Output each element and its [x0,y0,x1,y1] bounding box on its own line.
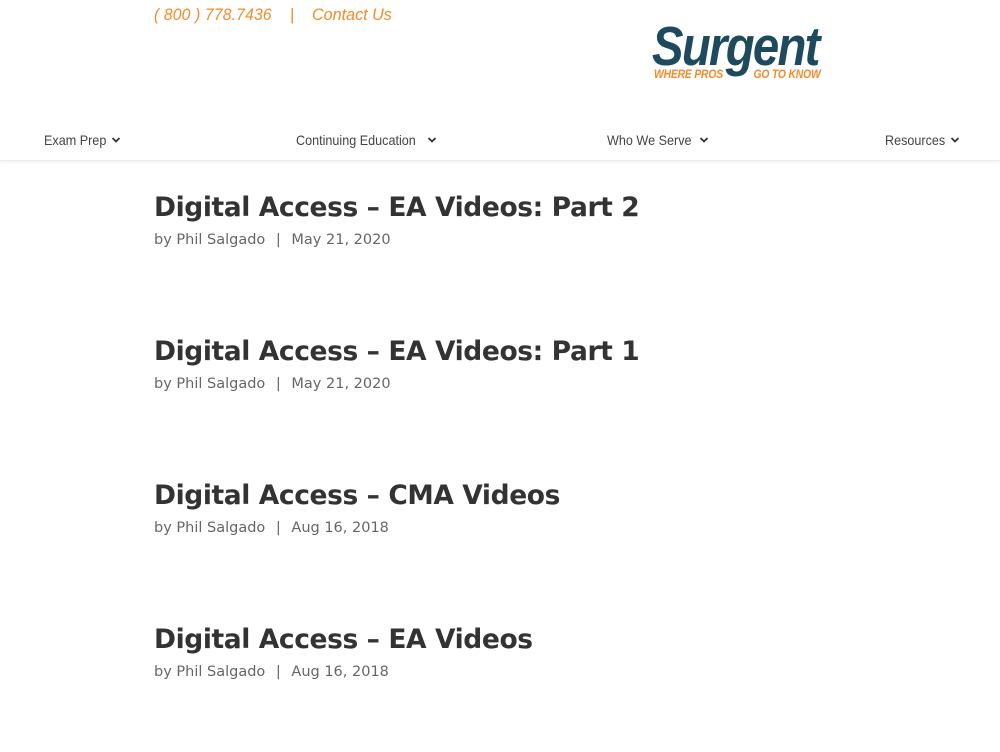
post-title[interactable]: Digital Access – EA Videos: Part 1 [154,334,914,370]
post-title[interactable]: Digital Access – EA Videos [154,622,914,658]
post-list: Digital Access – EA Videos: Part 2 by Ph… [154,190,914,752]
post-by: by [154,376,172,392]
post-author-link[interactable]: Phil Salgado [176,232,265,248]
nav-item-label: Resources [885,132,946,148]
meta-separator: | [275,232,281,248]
contact-bar: ( 800 ) 778.7436 | Contact Us [154,4,396,26]
chevron-down-icon [699,135,709,145]
list-item: Digital Access – EA Videos: Part 2 by Ph… [154,190,914,334]
list-item: Digital Access – EA Videos: Part 1 by Ph… [154,334,914,478]
post-date: Aug 16, 2018 [291,520,389,536]
post-author-link[interactable]: Phil Salgado [176,376,265,392]
post-by: by [154,232,172,248]
nav-item-label: Who We Serve [607,132,692,148]
logo-tagline: WHERE PROS GO TO KNOW [654,69,821,82]
logo-tagline-right: GO TO KNOW [753,69,821,81]
page: ( 800 ) 778.7436 | Contact Us Surgent WH… [0,0,1000,752]
meta-separator: | [275,376,281,392]
post-title[interactable]: Digital Access – EA Videos: Part 2 [154,190,914,226]
contact-separator: | [289,5,295,24]
nav-item-label: Continuing Education [296,132,416,148]
logo-wordmark: Surgent [652,15,820,77]
post-title[interactable]: Digital Access – CMA Videos [154,478,914,514]
chevron-down-icon [111,135,121,145]
post-date: May 21, 2020 [291,232,391,248]
nav-item-continuing-education[interactable]: Continuing Education [296,132,437,148]
phone-number[interactable]: ( 800 ) 778.7436 [154,5,272,25]
post-meta: by Phil Salgado | May 21, 2020 [154,230,914,250]
chevron-down-icon [950,135,960,145]
post-author-link[interactable]: Phil Salgado [176,664,265,680]
list-item: Digital Access – EA Videos by Phil Salga… [154,622,914,752]
post-meta: by Phil Salgado | May 21, 2020 [154,374,914,394]
list-item: Digital Access – CMA Videos by Phil Salg… [154,478,914,622]
nav-item-label: Exam Prep [44,132,107,148]
post-date: Aug 16, 2018 [291,664,389,680]
logo-tagline-left: WHERE PROS [654,69,723,81]
post-meta: by Phil Salgado | Aug 16, 2018 [154,518,914,538]
contact-us-link[interactable]: Contact Us [312,5,392,25]
post-author-link[interactable]: Phil Salgado [176,520,265,536]
post-date: May 21, 2020 [291,376,391,392]
nav-item-resources[interactable]: Resources [885,132,960,148]
meta-separator: | [275,520,281,536]
chevron-down-icon [427,135,437,145]
post-by: by [154,664,172,680]
post-by: by [154,520,172,536]
nav-item-exam-prep[interactable]: Exam Prep [44,132,121,148]
surgent-logo[interactable]: Surgent WHERE PROS GO TO KNOW [652,18,848,88]
meta-separator: | [275,664,281,680]
nav-item-who-we-serve[interactable]: Who We Serve [607,132,709,148]
post-meta: by Phil Salgado | Aug 16, 2018 [154,662,914,682]
main-nav: Exam Prep Continuing Education Who We Se… [0,124,1000,161]
